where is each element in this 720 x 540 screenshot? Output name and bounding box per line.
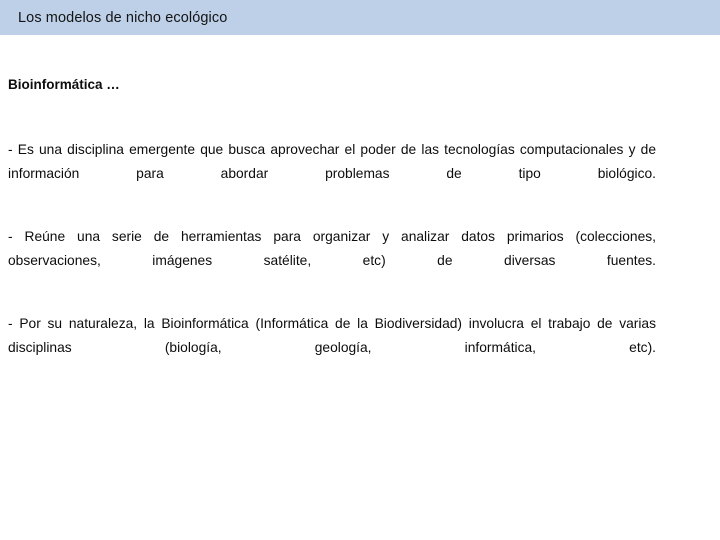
slide-container: Los modelos de nicho ecológico Bioinform… (0, 0, 720, 540)
bullet-paragraph-1: - Es una disciplina emergente que busca … (8, 142, 656, 181)
slide-title: Los modelos de nicho ecológico (18, 10, 228, 26)
bullet-paragraph-3: - Por su naturaleza, la Bioinformática (… (8, 316, 656, 355)
bullet-paragraph-2: - Reúne una serie de herramientas para o… (8, 229, 656, 268)
slide-title-bar: Los modelos de nicho ecológico (0, 0, 720, 35)
section-heading: Bioinformática … (8, 77, 120, 92)
